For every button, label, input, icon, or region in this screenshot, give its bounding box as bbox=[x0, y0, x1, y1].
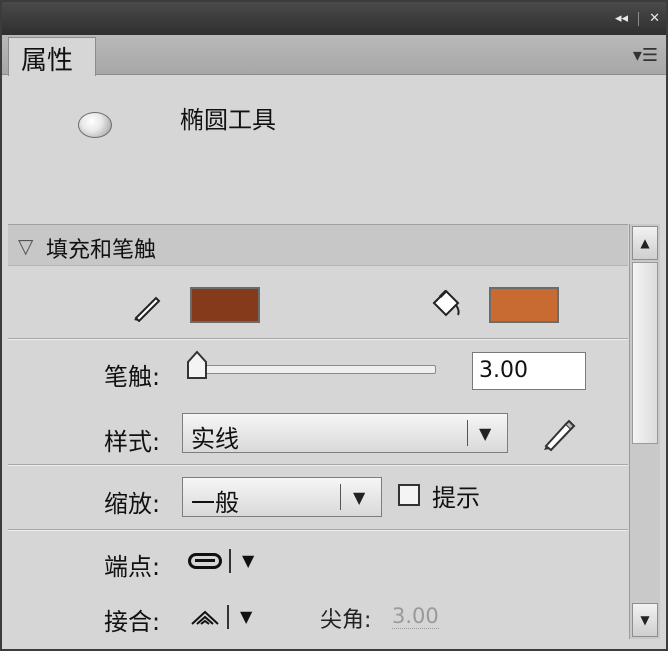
collapse-icon[interactable]: ◂◂ bbox=[615, 11, 628, 26]
close-icon[interactable]: ✕ bbox=[649, 11, 660, 26]
row-divider bbox=[8, 338, 628, 340]
cap-chevron-down-icon[interactable]: ▼ bbox=[242, 551, 254, 570]
scroll-up-button[interactable]: ▲ bbox=[632, 226, 658, 260]
fill-color-swatch[interactable] bbox=[489, 287, 559, 323]
stroke-color-pen-icon bbox=[134, 296, 161, 322]
collapse-triangle-icon[interactable]: ▽ bbox=[18, 234, 33, 258]
stroke-slider-thumb[interactable] bbox=[186, 350, 208, 380]
vertical-scrollbar[interactable]: ▲ ▼ bbox=[629, 224, 660, 639]
title-bar-divider bbox=[638, 11, 640, 26]
row-divider bbox=[8, 464, 628, 466]
cap-label: 端点: bbox=[104, 553, 161, 581]
join-label: 接合: bbox=[104, 608, 161, 636]
chevron-down-icon: ▼ bbox=[353, 488, 366, 507]
tool-name: 椭圆工具 bbox=[180, 106, 276, 134]
scale-dropdown[interactable]: 一般 ▼ bbox=[182, 477, 382, 517]
join-separator bbox=[227, 605, 229, 629]
style-dropdown-value: 实线 bbox=[191, 425, 239, 453]
scroll-down-button[interactable]: ▼ bbox=[632, 603, 658, 637]
fill-color-bucket-icon bbox=[432, 289, 460, 317]
section-fill-stroke[interactable]: ▽ 填充和笔触 bbox=[8, 224, 628, 266]
scale-label: 缩放: bbox=[104, 490, 161, 518]
round-join-icon[interactable] bbox=[188, 604, 222, 628]
stroke-slider-track[interactable] bbox=[194, 365, 436, 374]
dropdown-separator bbox=[340, 484, 341, 510]
edit-stroke-style-pencil-icon[interactable] bbox=[540, 416, 576, 452]
tab-row: 属性 ▾☰ bbox=[2, 35, 666, 76]
scale-dropdown-value: 一般 bbox=[191, 489, 239, 517]
stroke-color-swatch[interactable] bbox=[190, 287, 260, 323]
style-dropdown[interactable]: 实线 ▼ bbox=[182, 413, 508, 453]
cap-separator bbox=[229, 549, 231, 573]
hint-label: 提示 bbox=[432, 484, 480, 512]
stroke-width-input[interactable]: 3.00 bbox=[472, 352, 586, 390]
miter-value[interactable]: 3.00 bbox=[392, 604, 439, 629]
oval-tool-icon bbox=[78, 112, 112, 138]
chevron-down-icon: ▼ bbox=[479, 424, 492, 443]
round-cap-icon[interactable] bbox=[188, 553, 222, 569]
style-label: 样式: bbox=[104, 428, 161, 456]
hint-checkbox[interactable] bbox=[398, 484, 420, 506]
stroke-label: 笔触: bbox=[104, 363, 161, 391]
properties-panel: ◂◂ ✕ 属性 ▾☰ 椭圆工具 ▽ 填充和笔触 ▲ ▼ 笔触: 3.00 样式: bbox=[0, 0, 668, 651]
row-divider bbox=[8, 529, 628, 531]
panel-menu-icon[interactable]: ▾☰ bbox=[633, 45, 658, 66]
title-bar-controls: ◂◂ ✕ bbox=[615, 11, 660, 26]
tab-properties[interactable]: 属性 bbox=[8, 37, 96, 76]
miter-label: 尖角: bbox=[320, 608, 372, 633]
dropdown-separator bbox=[467, 420, 468, 446]
scroll-thumb[interactable] bbox=[632, 262, 658, 444]
section-title: 填充和笔触 bbox=[46, 238, 157, 263]
join-chevron-down-icon[interactable]: ▼ bbox=[240, 607, 252, 626]
panel-title-bar: ◂◂ ✕ bbox=[2, 2, 666, 35]
